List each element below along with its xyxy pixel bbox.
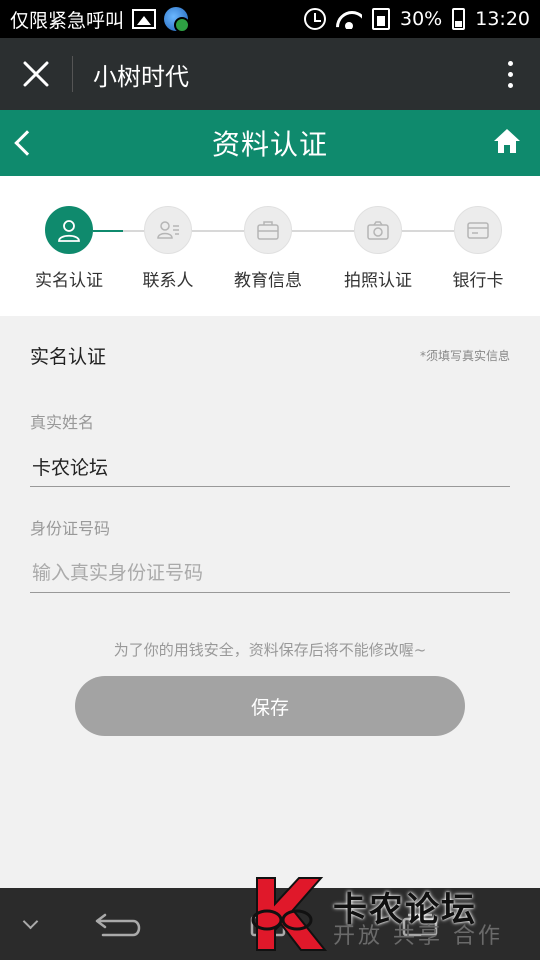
page-title: 资料认证	[211, 128, 328, 161]
step-photo[interactable]: 拍照认证	[328, 206, 428, 291]
form-section-title: 实名认证	[30, 346, 107, 368]
status-notice: 仅限紧急呼叫	[10, 9, 125, 32]
form-header: 实名认证 *须填写真实信息	[30, 342, 510, 369]
step-label: 联系人	[142, 271, 194, 291]
briefcase-icon	[257, 221, 279, 240]
contact-card-icon	[157, 221, 179, 239]
chevron-left-icon	[14, 130, 40, 156]
alarm-icon	[304, 8, 326, 30]
page-header: 资料认证	[0, 110, 540, 176]
step-circle	[45, 206, 93, 254]
id-field-label: 身份证号码	[30, 519, 111, 538]
sim-icon	[372, 8, 390, 30]
step-circle	[354, 206, 402, 254]
step-bank-card[interactable]: 银行卡	[428, 206, 528, 291]
verification-steps: 实名认证 联系人 教育信息 拍照认证 银行卡	[0, 176, 540, 316]
home-icon	[494, 129, 520, 153]
safety-note: 为了你的用钱安全，资料保存后将不能修改喔~	[113, 641, 427, 659]
globe-icon	[164, 7, 191, 33]
name-input[interactable]	[30, 447, 510, 487]
real-name-form: 实名认证 *须填写真实信息 真实姓名 身份证号码 为了你的用钱安全，资料保存后将…	[0, 316, 540, 888]
status-time: 13:20	[475, 8, 530, 30]
battery-percent: 30%	[400, 8, 443, 30]
required-note: *须填写真实信息	[419, 349, 510, 363]
battery-icon	[452, 8, 466, 30]
image-icon	[132, 9, 157, 29]
watermark-logo-icon	[251, 877, 328, 951]
close-button[interactable]	[0, 38, 72, 110]
more-dot	[507, 82, 513, 88]
close-icon	[23, 61, 49, 87]
webview-title: 小树时代	[93, 62, 189, 91]
save-button[interactable]: 保存	[75, 676, 465, 736]
status-left: 仅限紧急呼叫	[10, 6, 304, 33]
step-label: 教育信息	[234, 271, 302, 291]
step-label: 拍照认证	[344, 271, 412, 291]
home-button[interactable]	[492, 126, 522, 156]
step-circle	[144, 206, 192, 254]
wifi-icon	[336, 9, 362, 29]
step-real-name[interactable]: 实名认证	[19, 206, 119, 291]
user-icon	[58, 220, 80, 242]
back-button[interactable]	[14, 110, 40, 176]
camera-icon	[367, 221, 389, 240]
step-circle	[454, 206, 502, 254]
status-bar: 仅限紧急呼叫 30% 13:20	[0, 0, 540, 38]
watermark-subtext: 开放 共享 合作	[333, 924, 503, 949]
system-back-button[interactable]	[90, 888, 150, 960]
step-label: 银行卡	[452, 271, 504, 291]
step-education[interactable]: 教育信息	[218, 206, 318, 291]
more-dot	[507, 71, 513, 77]
back-arrow-icon	[95, 913, 141, 937]
more-vertical-icon	[507, 60, 513, 66]
collapse-nav-button[interactable]	[10, 888, 50, 960]
step-circle	[244, 206, 292, 254]
status-right: 30% 13:20	[304, 8, 530, 30]
step-contacts[interactable]: 联系人	[118, 206, 218, 291]
id-number-input[interactable]	[30, 553, 510, 593]
bank-card-icon	[467, 222, 489, 239]
more-button[interactable]	[480, 38, 540, 110]
watermark: 卡农论坛 开放 共享 合作	[245, 872, 535, 954]
wechat-title-bar: 小树时代	[0, 38, 540, 110]
step-label: 实名认证	[35, 271, 103, 291]
name-field-label: 真实姓名	[30, 413, 95, 432]
chevron-down-icon	[22, 913, 38, 929]
